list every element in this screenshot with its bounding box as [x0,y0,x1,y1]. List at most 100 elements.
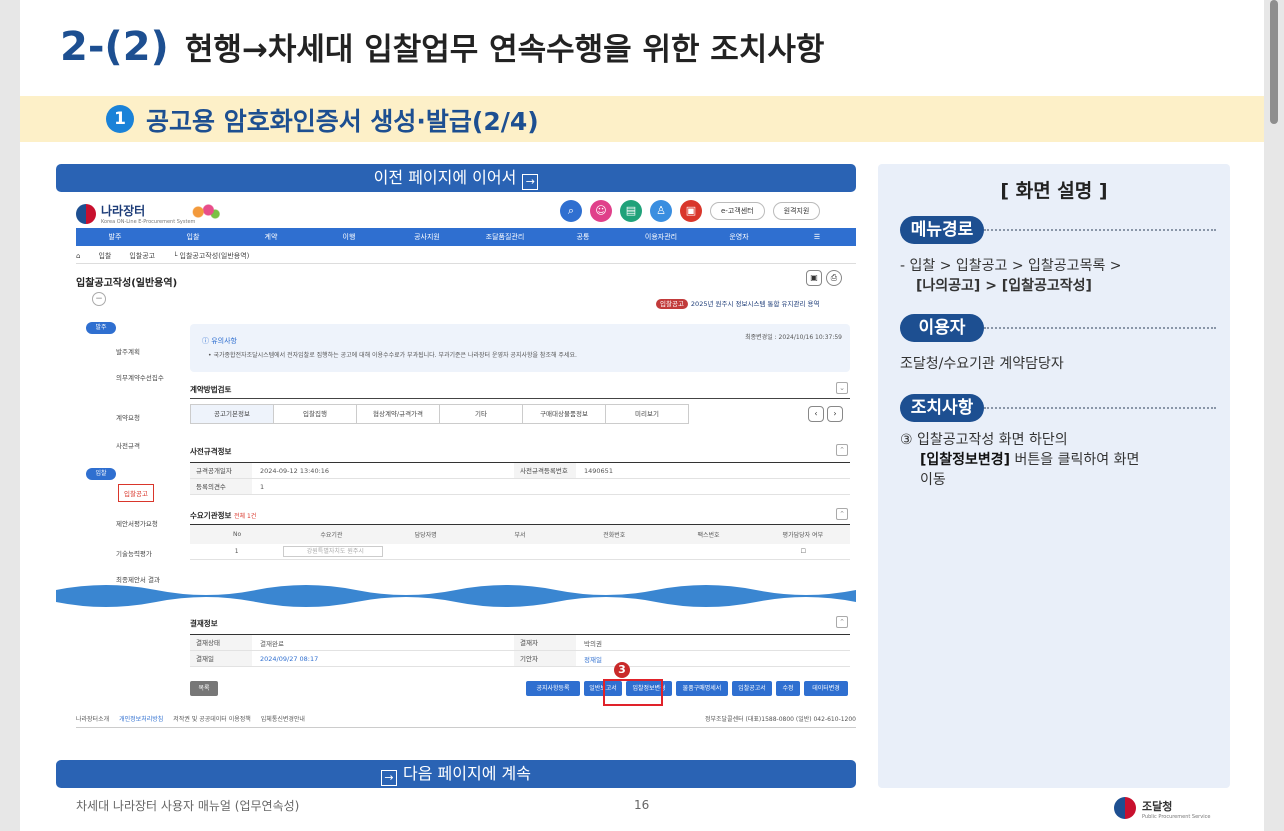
dotted-divider [984,229,1216,231]
tab[interactable]: 협상계약/규격가격 [356,404,440,424]
nav-item[interactable]: 이용자관리 [622,232,700,242]
nav-item[interactable]: 공통 [544,232,622,242]
notice-register-button[interactable]: 공지사항등록 [526,681,580,696]
demand-table: No 수요기관 담당자명 부서 전화번호 팩스번호 평가담당자 여부 1 강원특별자치도 원… [190,524,850,560]
user-tag: 이용자 [900,314,984,342]
bid-notice-doc-button[interactable]: 입찰공고서 [732,681,772,696]
subtitle-bar: 1 공고용 암호화인증서 생성·발급(2/4) [20,96,1264,142]
info-icon: ⓘ [202,337,212,345]
nav-item[interactable]: 입찰 [154,232,232,242]
table-header: No 수요기관 담당자명 부서 전화번호 팩스번호 평가담당자 여부 [190,524,850,544]
sidebar-item-active[interactable]: 입찰공고 [118,484,154,502]
manual-footer-title: 차세대 나라장터 사용자 매뉴얼 (업무연속성) [76,799,300,813]
banner-top-label: 이전 페이지에 이어서 [373,168,517,187]
demand-section-title: 수요기관정보 전체 1건 [190,511,257,520]
highlight-box [603,679,663,706]
tab[interactable]: 공고기본정보 [190,404,274,424]
breadcrumb-item[interactable]: 입찰 [98,251,111,261]
logo-name: 나라장터 [101,204,146,218]
tab[interactable]: 구매대상물품정보 [522,404,606,424]
logo-sub: Korea ON-Line E-Procurement System [101,219,196,225]
nav-item[interactable]: 공사지원 [388,232,466,242]
agency-input[interactable]: 강원특별자치도 원주시 [283,546,384,557]
data-change-button[interactable]: 데이터변경 [804,681,848,696]
chevron-up-icon[interactable]: ⌃ [836,508,848,520]
page-number: 16 [634,798,650,812]
checkbox[interactable]: ☐ [757,548,850,555]
vertical-scrollbar[interactable] [1266,0,1284,831]
chevron-down-icon[interactable]: ⌄ [836,382,848,394]
sidebar-category[interactable]: 입찰 [86,468,116,480]
person-icon[interactable]: ♙ [650,200,672,222]
footer-link[interactable]: 저작권 및 공공데이터 이용정책 [173,714,250,727]
table-row: 결재일 2024/09/27 08:17 기안자 정재일 [190,651,850,667]
chevron-up-icon[interactable]: ⌃ [836,616,848,628]
breadcrumb-item[interactable]: 입찰공고 [129,251,155,261]
tab[interactable]: 기타 [439,404,523,424]
page-tool-buttons: ▣ ⎙ [806,270,842,286]
user-icon[interactable]: ☺ [590,200,612,222]
home-icon[interactable]: ⌂ [76,252,80,260]
table-row: 결재상태 결재완료 결재자 박의권 [190,635,850,651]
pre-spec-section-title: 사전규격정보 [190,447,232,456]
notice-tag-badge: 입찰공고 [656,299,688,309]
tab[interactable]: 미리보기 [605,404,689,424]
menu-path-tag: 메뉴경로 [900,216,984,244]
left-sidebar: − 발주 발주계획 의무계약수선집수 계약요청 사전규격 입찰 입찰공고 제안서… [76,292,176,584]
table-row: 규격공개일자 2024-09-12 13:40:16 사전규격등록번호 149065… [190,463,850,479]
approval-table: 결재상태 결재완료 결재자 박의권 결재일 2024/09/27 08:17 기안자 정… [190,634,850,667]
dotted-divider [984,407,1216,409]
footer-link[interactable]: 나라장터소개 [76,714,109,727]
approval-section-title: 결재정보 [190,619,218,628]
breadcrumb-item[interactable]: └ 입찰공고작성(일반용역) [173,251,249,261]
bookmark-icon[interactable]: ▣ [806,270,822,286]
menu-path-text: - 입찰 > 입찰공고 > 입찰공고목록 > [나의공고] > [입찰공고작성] [900,258,1122,294]
chevron-up-icon[interactable]: ⌃ [836,444,848,456]
continue-from-banner: 이전 페이지에 이어서 → [56,164,856,192]
search-icon[interactable]: ⌕ [560,200,582,222]
scrollbar-thumb[interactable] [1270,0,1278,124]
goods-spec-button[interactable]: 물품구매명세서 [676,681,728,696]
remote-support-button[interactable]: 원격지원 [772,202,821,220]
footer-contact: 정부조달콜센터 (대표)1588-0800 (일반) 042-610-1200 [704,716,856,723]
arrow-box-icon: → [381,770,398,786]
sidebar-category[interactable]: 발주 [86,322,116,334]
chevron-left-icon[interactable]: ‹ [808,406,824,422]
panel-title: [ 화면 설명 ] [1000,180,1108,202]
cart-icon[interactable]: ▣ [680,200,702,222]
nav-item[interactable]: 조달품질관리 [466,232,544,242]
sidebar-item[interactable]: 의무계약수선집수 [116,372,168,382]
cut-wave-divider [56,585,856,607]
tab[interactable]: 입찰집행 [273,404,357,424]
hamburger-menu-icon[interactable]: ☰ [778,233,856,241]
last-modified: 최종변경일 : 2024/10/16 10:37:59 [745,334,842,341]
edit-button[interactable]: 수정 [776,681,800,696]
nav-item[interactable]: 발주 [76,232,154,242]
continue-next-banner: → 다음 페이지에 계속 [56,760,856,788]
notice-body: • 국가종합전자조달시스템에서 전자입찰로 집행하는 공고에 대해 이용수수료가… [208,352,577,359]
breadcrumb: ⌂ 입찰 입찰공고 └ 입찰공고작성(일반용역) [76,248,856,264]
sidebar-item[interactable]: 발주계획 [116,346,140,356]
chevron-right-icon[interactable]: › [827,406,843,422]
nav-item[interactable]: 운영자 [700,232,778,242]
sidebar-item[interactable]: 기술능력평가 [116,548,152,558]
list-button[interactable]: 목록 [190,681,218,696]
nav-item[interactable]: 이행 [310,232,388,242]
form-tabs: 공고기본정보 입찰집행 협상계약/규격가격 기타 구매대상물품정보 미리보기 [190,404,689,424]
sidebar-collapse-icon[interactable]: − [92,292,106,306]
footer-link[interactable]: 개인정보처리방침 [119,714,163,727]
sidebar-item[interactable]: 계약요청 [116,412,140,422]
slide-title: 2-(2) 현행→차세대 입찰업무 연속수행을 위한 조치사항 [60,24,824,90]
nav-item[interactable]: 계약 [232,232,310,242]
taegeuk-logo-icon [1114,796,1136,819]
divider [190,398,850,399]
document-icon[interactable]: ▤ [620,200,642,222]
customer-center-button[interactable]: e-고객센터 [710,202,765,220]
sidebar-item[interactable]: 사전규격 [116,440,140,450]
print-icon[interactable]: ⎙ [826,270,842,286]
site-footer: 나라장터소개 개인정보처리방침 저작권 및 공공데이터 이용정책 입체통신변경안… [76,714,856,728]
sidebar-item[interactable]: 제안서평가요청 [116,518,158,528]
main-nav: 발주 입찰 계약 이행 공사지원 조달품질관리 공통 이용자관리 운영자 ☰ [76,228,856,246]
footer-link[interactable]: 입체통신변경안내 [261,714,305,727]
action-tag: 조치사항 [900,394,984,422]
